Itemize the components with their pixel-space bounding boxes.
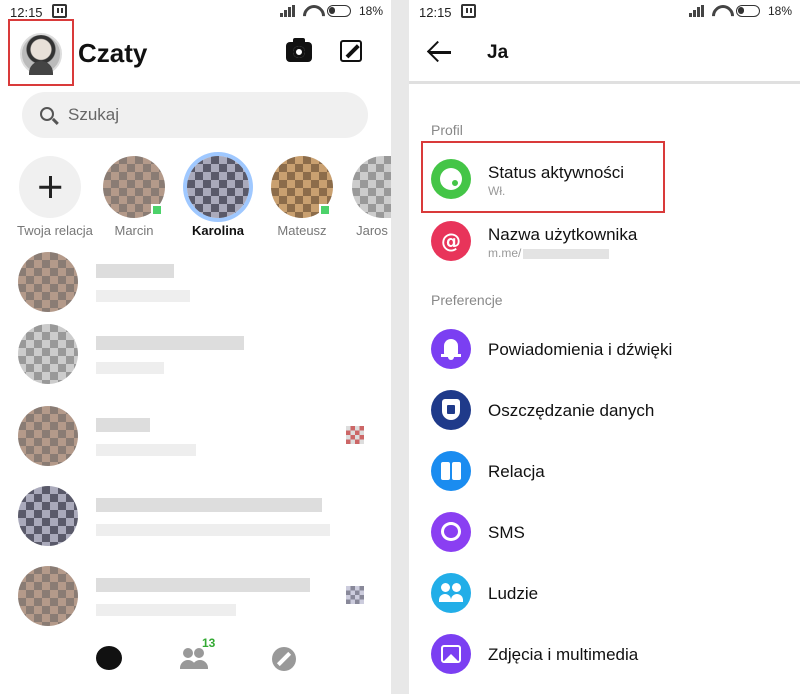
battery-icon: [326, 5, 351, 17]
chat-row[interactable]: [18, 486, 378, 554]
bottom-nav: 13: [0, 630, 391, 694]
sms-bubble-icon: [431, 512, 471, 552]
chat-row[interactable]: [18, 252, 378, 320]
battery-percent: 18%: [358, 4, 383, 18]
chat-avatar: [18, 406, 78, 466]
discover-compass-icon[interactable]: [272, 647, 296, 671]
chat-row[interactable]: [18, 406, 378, 474]
settings-row-label: Relacja: [488, 462, 545, 481]
at-sign-icon: @: [431, 221, 471, 261]
highlight-box: [421, 141, 665, 213]
story-label: Twoja relacja: [17, 223, 93, 238]
online-indicator: [151, 204, 163, 216]
page-title: Ja: [487, 42, 509, 63]
story-item[interactable]: Mateusz: [269, 156, 335, 238]
settings-row-label: Nazwa użytkownika: [488, 225, 638, 244]
people-tab-icon[interactable]: [180, 648, 210, 670]
search-input[interactable]: Szukaj: [22, 92, 368, 138]
settings-row-notifications[interactable]: Powiadomienia i dźwięki: [409, 321, 800, 377]
chats-tab-icon[interactable]: [96, 646, 122, 670]
wifi-icon: [303, 5, 319, 17]
story-avatar: [187, 156, 249, 218]
back-arrow-icon[interactable]: [427, 40, 451, 64]
section-profile: Profil: [431, 122, 463, 138]
highlight-box: [8, 19, 74, 86]
people-badge: 13: [202, 636, 216, 650]
section-preferences: Preferencje: [431, 292, 503, 308]
battery-icon: [735, 5, 760, 17]
search-placeholder: Szukaj: [68, 105, 120, 124]
header-divider: [409, 81, 800, 84]
status-time: 12:15: [10, 5, 43, 20]
chat-preview-redacted: [96, 444, 196, 456]
chat-row[interactable]: [18, 324, 378, 392]
settings-row-label: SMS: [488, 523, 525, 542]
battery-percent: 18%: [767, 4, 792, 18]
settings-row-people[interactable]: Ludzie: [409, 565, 800, 621]
settings-row-username[interactable]: @ Nazwa użytkownika m.me/: [409, 213, 800, 269]
story-add-own[interactable]: Twoja relacja: [17, 156, 93, 238]
status-time: 12:15: [419, 5, 452, 20]
chat-preview-redacted: [96, 290, 190, 302]
settings-row-data-saver[interactable]: Oszczędzanie danych: [409, 382, 800, 438]
story-label: Mateusz: [277, 223, 327, 238]
settings-row-stories[interactable]: Relacja: [409, 443, 800, 499]
shield-data-icon: [431, 390, 471, 430]
settings-row-label: Zdjęcia i multimedia: [488, 645, 639, 664]
chat-avatar: [18, 486, 78, 546]
chat-name-redacted: [96, 418, 150, 432]
chat-row[interactable]: [18, 566, 378, 634]
story-item[interactable]: Jaros: [352, 156, 391, 238]
online-indicator: [319, 204, 331, 216]
seen-avatar: [346, 586, 364, 604]
chat-name-redacted: [96, 578, 310, 592]
chat-name-redacted: [96, 264, 174, 278]
chat-avatar: [18, 566, 78, 626]
notification-icon: [461, 4, 476, 18]
status-bar: 12:15 18%: [409, 0, 800, 26]
story-item[interactable]: Karolina: [185, 156, 251, 238]
story-avatar: [352, 156, 391, 218]
signal-icon: [688, 5, 704, 17]
chat-preview-redacted: [96, 362, 164, 374]
chat-preview-redacted: [96, 524, 330, 536]
story-avatar: [103, 156, 165, 218]
plus-icon: [19, 156, 81, 218]
camera-icon[interactable]: [286, 38, 312, 62]
wifi-icon: [712, 5, 728, 17]
settings-row-photos-media[interactable]: Zdjęcia i multimedia: [409, 626, 800, 682]
story-item[interactable]: Marcin: [101, 156, 167, 238]
search-icon: [40, 107, 54, 121]
settings-row-label: Powiadomienia i dźwięki: [488, 340, 673, 359]
username-redacted: [523, 248, 610, 259]
stories-icon: [431, 451, 471, 491]
seen-avatar: [346, 426, 364, 444]
story-label: Karolina: [191, 223, 244, 238]
chat-name-redacted: [96, 498, 322, 512]
chat-name-redacted: [96, 336, 244, 350]
page-title: Czaty: [78, 38, 148, 68]
story-avatar: [271, 156, 333, 218]
people-icon: [431, 573, 471, 613]
settings-row-label: Oszczędzanie danych: [488, 401, 655, 420]
chats-screen: 12:15 18% Czaty Szukaj Twoja relacja Mar…: [0, 0, 391, 694]
story-label: Jaros: [356, 223, 388, 238]
notification-icon: [52, 4, 67, 18]
chat-preview-redacted: [96, 604, 236, 616]
chat-avatar: [18, 324, 78, 384]
username-prefix: m.me/: [488, 246, 522, 260]
new-message-icon[interactable]: [340, 40, 362, 62]
bell-icon: [431, 329, 471, 369]
photo-icon: [431, 634, 471, 674]
story-label: Marcin: [114, 223, 154, 238]
chat-avatar: [18, 252, 78, 312]
settings-row-label: Ludzie: [488, 584, 539, 603]
me-screen: 12:15 18% Ja Profil Status aktywności Wł…: [409, 0, 800, 694]
signal-icon: [279, 5, 295, 17]
settings-row-sms[interactable]: SMS: [409, 504, 800, 560]
settings-row-sub: m.me/: [488, 246, 610, 260]
